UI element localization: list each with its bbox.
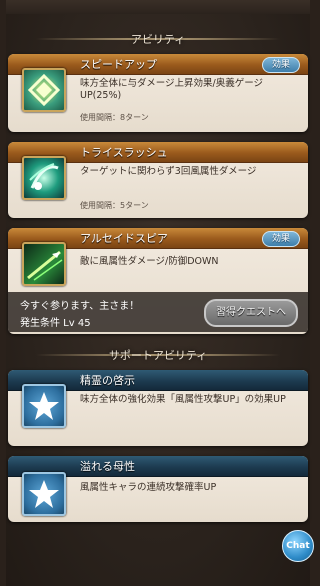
support-card-spirit-revelation[interactable]: 精霊の啓示 味方全体の強化効果「風属性攻撃UP」の効果UP: [8, 370, 308, 446]
effect-badge[interactable]: 効果: [262, 57, 300, 73]
ability-description: 敵に風属性ダメージ/防御DOWN: [80, 256, 219, 267]
star-icon: [22, 472, 66, 516]
ability-description: 味方全体に与ダメージ上昇効果/奥義ゲージUP(25%): [80, 78, 264, 101]
support-card-overflowing-motherhood[interactable]: 溢れる母性 風属性キャラの連続攻撃確率UP: [8, 456, 308, 522]
ability-name: トライスラッシュ: [80, 146, 168, 159]
tri-slash-icon: [22, 156, 66, 200]
ability-description: ターゲットに関わらず3回風属性ダメージ: [80, 166, 257, 177]
locked-message: 今すぐ参ります、主さま！: [20, 301, 140, 312]
support-name: 溢れる母性: [80, 460, 135, 473]
ability-section-title: アビリティ: [130, 33, 186, 46]
chat-button[interactable]: Chat: [282, 530, 314, 562]
speed-up-icon: [22, 68, 66, 112]
ability-name: アルセイドスピア: [80, 232, 168, 245]
support-description: 味方全体の強化効果「風属性攻撃UP」の効果UP: [80, 394, 286, 405]
ability-name: スピードアップ: [80, 58, 157, 71]
alseid-spear-icon: [22, 242, 66, 286]
support-section-header: サポートアビリティ: [6, 342, 310, 368]
ability-card-speed-up[interactable]: スピードアップ 効果 味方全体に与ダメージ上昇効果/奥義ゲージUP(25%) 使…: [8, 54, 308, 132]
go-to-quest-button[interactable]: 習得クエストへ: [204, 299, 298, 327]
locked-overlay: 今すぐ参ります、主さま！ 発生条件 Lv 45 習得クエストへ: [8, 292, 308, 332]
unlock-condition: 発生条件 Lv 45: [20, 318, 91, 329]
top-edge: [6, 0, 310, 14]
star-icon: [22, 384, 66, 428]
support-section-title: サポートアビリティ: [108, 349, 208, 362]
ability-cooldown: 使用間隔：5ターン: [80, 201, 149, 210]
support-name: 精霊の啓示: [80, 374, 135, 387]
ability-card-alseid-spear[interactable]: アルセイドスピア 効果 敵に風属性ダメージ/防御DOWN 今すぐ参ります、主さま…: [8, 228, 308, 334]
ability-cooldown: 使用間隔：8ターン: [80, 113, 149, 122]
ability-card-tri-slash[interactable]: トライスラッシュ ターゲットに関わらず3回風属性ダメージ 使用間隔：5ターン: [8, 142, 308, 218]
ability-section-header: アビリティ: [6, 26, 310, 52]
support-description: 風属性キャラの連続攻撃確率UP: [80, 482, 217, 493]
effect-badge[interactable]: 効果: [262, 231, 300, 247]
